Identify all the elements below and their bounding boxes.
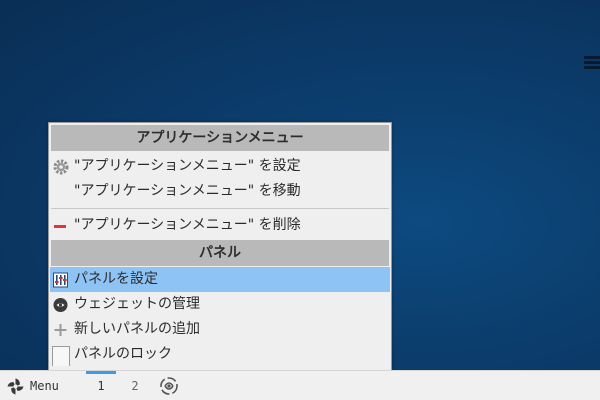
refresh-swirl-icon[interactable] <box>159 376 179 396</box>
menu-item-label: "アプリケーションメニュー" を削除 <box>74 217 301 233</box>
menu-item-configure-app-menu[interactable]: "アプリケーションメニュー" を設定 <box>50 154 390 179</box>
workspace-2-button[interactable]: 2 <box>120 375 150 397</box>
menu-item-label: パネルのロック <box>74 346 172 362</box>
menu-item-label: "アプリケーションメニュー" を移動 <box>74 183 301 199</box>
plus-icon <box>54 324 67 336</box>
menu-item-label: パネルを設定 <box>74 271 158 287</box>
panel-settings-icon <box>53 272 68 288</box>
menu-item-add-panel[interactable]: 新しいパネルの追加 <box>50 317 390 342</box>
workspace-label: 1 <box>97 379 105 393</box>
menu-item-manage-widgets[interactable]: ウェジェットの管理 <box>50 292 390 317</box>
lock-checkbox-icon <box>52 346 70 366</box>
widget-icon <box>53 298 68 312</box>
menu-item-remove-app-menu[interactable]: "アプリケーションメニュー" を削除 <box>50 213 390 238</box>
menu-item-label: "アプリケーションメニュー" を設定 <box>74 158 301 174</box>
taskbar: Menu 1 2 <box>0 370 600 400</box>
menu-section-header-app: アプリケーションメニュー <box>51 125 389 151</box>
desktop-logo-fragment-icon <box>584 56 600 69</box>
remove-icon <box>54 225 66 228</box>
menu-section-header-panel: パネル <box>51 240 389 266</box>
swirl-logo-icon <box>7 378 24 395</box>
panel-context-menu: アプリケーションメニュー "アプリケーションメニュー" を設定 "アプリケーショ… <box>48 122 392 370</box>
menu-item-move-app-menu[interactable]: "アプリケーションメニュー" を移動 <box>50 179 390 204</box>
menu-item-configure-panel[interactable]: パネルを設定 <box>50 267 390 292</box>
workspace-label: 2 <box>131 379 139 393</box>
gear-icon <box>53 159 69 175</box>
menu-item-label: ウェジェットの管理 <box>74 296 200 312</box>
menu-button-label: Menu <box>30 379 59 393</box>
menu-item-lock-panel[interactable]: パネルのロック <box>50 342 390 367</box>
start-menu-button[interactable]: Menu <box>6 375 59 397</box>
workspace-1-button[interactable]: 1 <box>86 371 116 397</box>
menu-separator <box>51 208 389 209</box>
menu-item-label: 新しいパネルの追加 <box>74 321 200 337</box>
